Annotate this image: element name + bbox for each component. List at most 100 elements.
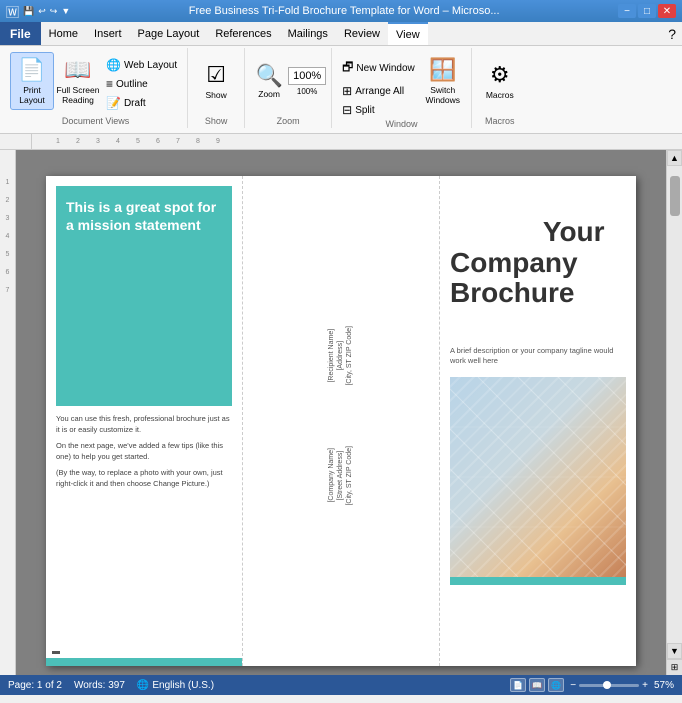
switch-windows-icon: 🪟 bbox=[429, 57, 456, 83]
mission-paragraph-3: (By the way, to replace a photo with you… bbox=[56, 468, 232, 489]
macros-button[interactable]: ⚙ Macros bbox=[478, 52, 522, 110]
full-screen-reading-icon: 📖 bbox=[64, 57, 91, 83]
view-mode-icons: 📄 📖 🌐 bbox=[510, 678, 564, 692]
recipient-address-line: [Address] bbox=[336, 326, 345, 386]
zoom-100-button[interactable]: 100% 100% bbox=[289, 52, 325, 110]
macros-group-label: Macros bbox=[485, 116, 515, 128]
ribbon: 📄 Print Layout 📖 Full Screen Reading 🌐 W… bbox=[0, 46, 682, 134]
teal-mission-box: This is a great spot for a mission state… bbox=[56, 186, 232, 406]
web-layout-button[interactable]: 🌐 Web Layout bbox=[102, 56, 181, 74]
web-layout-icon: 🌐 bbox=[106, 58, 121, 72]
references-menu[interactable]: References bbox=[207, 22, 279, 45]
outline-icon: ≡ bbox=[106, 77, 113, 91]
expand-button[interactable]: ⊞ bbox=[667, 659, 682, 675]
draft-button[interactable]: 📝 Draft bbox=[102, 94, 181, 112]
zoom-group: 🔍 Zoom 100% 100% Zoom bbox=[245, 48, 332, 128]
document-views-group: 📄 Print Layout 📖 Full Screen Reading 🌐 W… bbox=[4, 48, 188, 128]
zoom-icon: 🔍 bbox=[255, 63, 282, 89]
outline-label: Outline bbox=[116, 79, 148, 90]
read-view-icon[interactable]: 📖 bbox=[529, 678, 545, 692]
zoom-percent-label: 100% bbox=[297, 87, 317, 96]
switch-windows-label: Switch Windows bbox=[426, 85, 460, 105]
close-button[interactable]: ✕ bbox=[658, 4, 676, 18]
ruler-mark-9: 9 bbox=[208, 138, 228, 145]
draft-icon: 📝 bbox=[106, 96, 121, 110]
ruler-marks: 1 2 3 4 5 6 7 8 9 bbox=[32, 138, 228, 145]
switch-windows-button[interactable]: 🪟 Switch Windows bbox=[421, 52, 465, 110]
arrange-all-label: Arrange All bbox=[355, 86, 404, 97]
company-name: [Company Name] bbox=[327, 446, 336, 506]
outline-button[interactable]: ≡ Outline bbox=[102, 75, 181, 93]
view-menu[interactable]: View bbox=[388, 22, 428, 45]
page-layout-menu[interactable]: Page Layout bbox=[130, 22, 208, 45]
macros-icon: ⚙ bbox=[490, 62, 510, 88]
minimize-button[interactable]: − bbox=[618, 4, 636, 18]
word-count: Words: 397 bbox=[74, 680, 125, 691]
scroll-down-button[interactable]: ▼ bbox=[667, 643, 682, 659]
vruler-1: 1 bbox=[0, 174, 15, 192]
mailings-menu[interactable]: Mailings bbox=[280, 22, 336, 45]
vertical-scrollbar[interactable]: ▲ ▼ ⊞ bbox=[666, 150, 682, 675]
ruler-mark-5: 5 bbox=[128, 138, 148, 145]
company-title-text: Your Company Brochure bbox=[450, 216, 605, 309]
home-menu[interactable]: Home bbox=[41, 22, 86, 45]
brochure-right-panel: Your Company Brochure A brief descriptio… bbox=[440, 176, 636, 666]
ruler-mark-1: 1 bbox=[48, 138, 68, 145]
teal-bottom-bar bbox=[46, 658, 242, 666]
new-window-label: New Window bbox=[356, 63, 414, 74]
arrange-all-icon: ⊞ bbox=[342, 84, 352, 98]
scroll-up-button[interactable]: ▲ bbox=[667, 150, 682, 166]
ruler-mark-3: 3 bbox=[88, 138, 108, 145]
zoom-percentage: 57% bbox=[654, 680, 674, 691]
ruler-corner bbox=[16, 134, 32, 150]
split-label: Split bbox=[355, 105, 374, 116]
split-icon: ⊟ bbox=[342, 103, 352, 117]
scroll-thumb[interactable] bbox=[670, 176, 680, 216]
vruler-3: 3 bbox=[0, 210, 15, 228]
cursor-indicator bbox=[52, 651, 60, 654]
new-window-button[interactable]: 🗗 New Window bbox=[338, 56, 419, 81]
zoom-slider-thumb[interactable] bbox=[603, 681, 611, 689]
vruler-6: 6 bbox=[0, 264, 15, 282]
print-layout-button[interactable]: 📄 Print Layout bbox=[10, 52, 54, 110]
document-scroll-area[interactable]: This is a great spot for a mission state… bbox=[16, 150, 666, 675]
review-menu[interactable]: Review bbox=[336, 22, 388, 45]
print-view-icon[interactable]: 📄 bbox=[510, 678, 526, 692]
horizontal-ruler: 1 2 3 4 5 6 7 8 9 bbox=[0, 134, 682, 150]
split-button[interactable]: ⊟ Split bbox=[338, 101, 419, 119]
zoom-label: Zoom bbox=[258, 89, 280, 99]
zoom-button[interactable]: 🔍 Zoom bbox=[251, 52, 287, 110]
insert-menu[interactable]: Insert bbox=[86, 22, 130, 45]
show-button[interactable]: ☑ Show bbox=[194, 52, 238, 110]
help-icon[interactable]: ? bbox=[662, 26, 682, 42]
ruler-mark-4: 4 bbox=[108, 138, 128, 145]
building-image bbox=[450, 377, 626, 577]
mission-paragraph-1: You can use this fresh, professional bro… bbox=[56, 414, 232, 435]
full-screen-reading-button[interactable]: 📖 Full Screen Reading bbox=[56, 52, 100, 110]
web-view-icon[interactable]: 🌐 bbox=[548, 678, 564, 692]
scroll-track[interactable] bbox=[667, 166, 682, 643]
title-bar: 🅆 💾 ↩ ↪ ▼ Free Business Tri-Fold Brochur… bbox=[0, 0, 682, 22]
file-menu[interactable]: File bbox=[0, 22, 41, 45]
company-subtitle-text: A brief description or your company tagl… bbox=[450, 346, 626, 367]
document-page: This is a great spot for a mission state… bbox=[46, 176, 636, 666]
menu-bar: File Home Insert Page Layout References … bbox=[0, 22, 682, 46]
print-layout-icon: 📄 bbox=[18, 57, 45, 83]
company-address: [Company Name] [Street Address] [City, S… bbox=[327, 446, 354, 506]
window-group: 🗗 New Window ⊞ Arrange All ⊟ Split 🪟 Swi… bbox=[332, 48, 472, 128]
document-views-label: Document Views bbox=[62, 116, 129, 128]
building-svg bbox=[450, 377, 626, 577]
ruler-mark-2: 2 bbox=[68, 138, 88, 145]
print-layout-label: Print Layout bbox=[19, 85, 45, 105]
status-right: 📄 📖 🌐 − + 57% bbox=[510, 678, 674, 692]
zoom-plus-button[interactable]: + bbox=[642, 680, 648, 691]
zoom-minus-button[interactable]: − bbox=[570, 680, 576, 691]
zoom-slider-track[interactable] bbox=[579, 684, 639, 687]
vruler-4: 4 bbox=[0, 228, 15, 246]
window-title: Free Business Tri-Fold Brochure Template… bbox=[70, 5, 618, 17]
recipient-city: [City, ST ZIP Code] bbox=[346, 326, 355, 386]
mission-title: This is a great spot for a mission state… bbox=[66, 198, 222, 234]
show-group: ☑ Show Show bbox=[188, 48, 245, 128]
arrange-all-button[interactable]: ⊞ Arrange All bbox=[338, 82, 419, 100]
maximize-button[interactable]: □ bbox=[638, 4, 656, 18]
